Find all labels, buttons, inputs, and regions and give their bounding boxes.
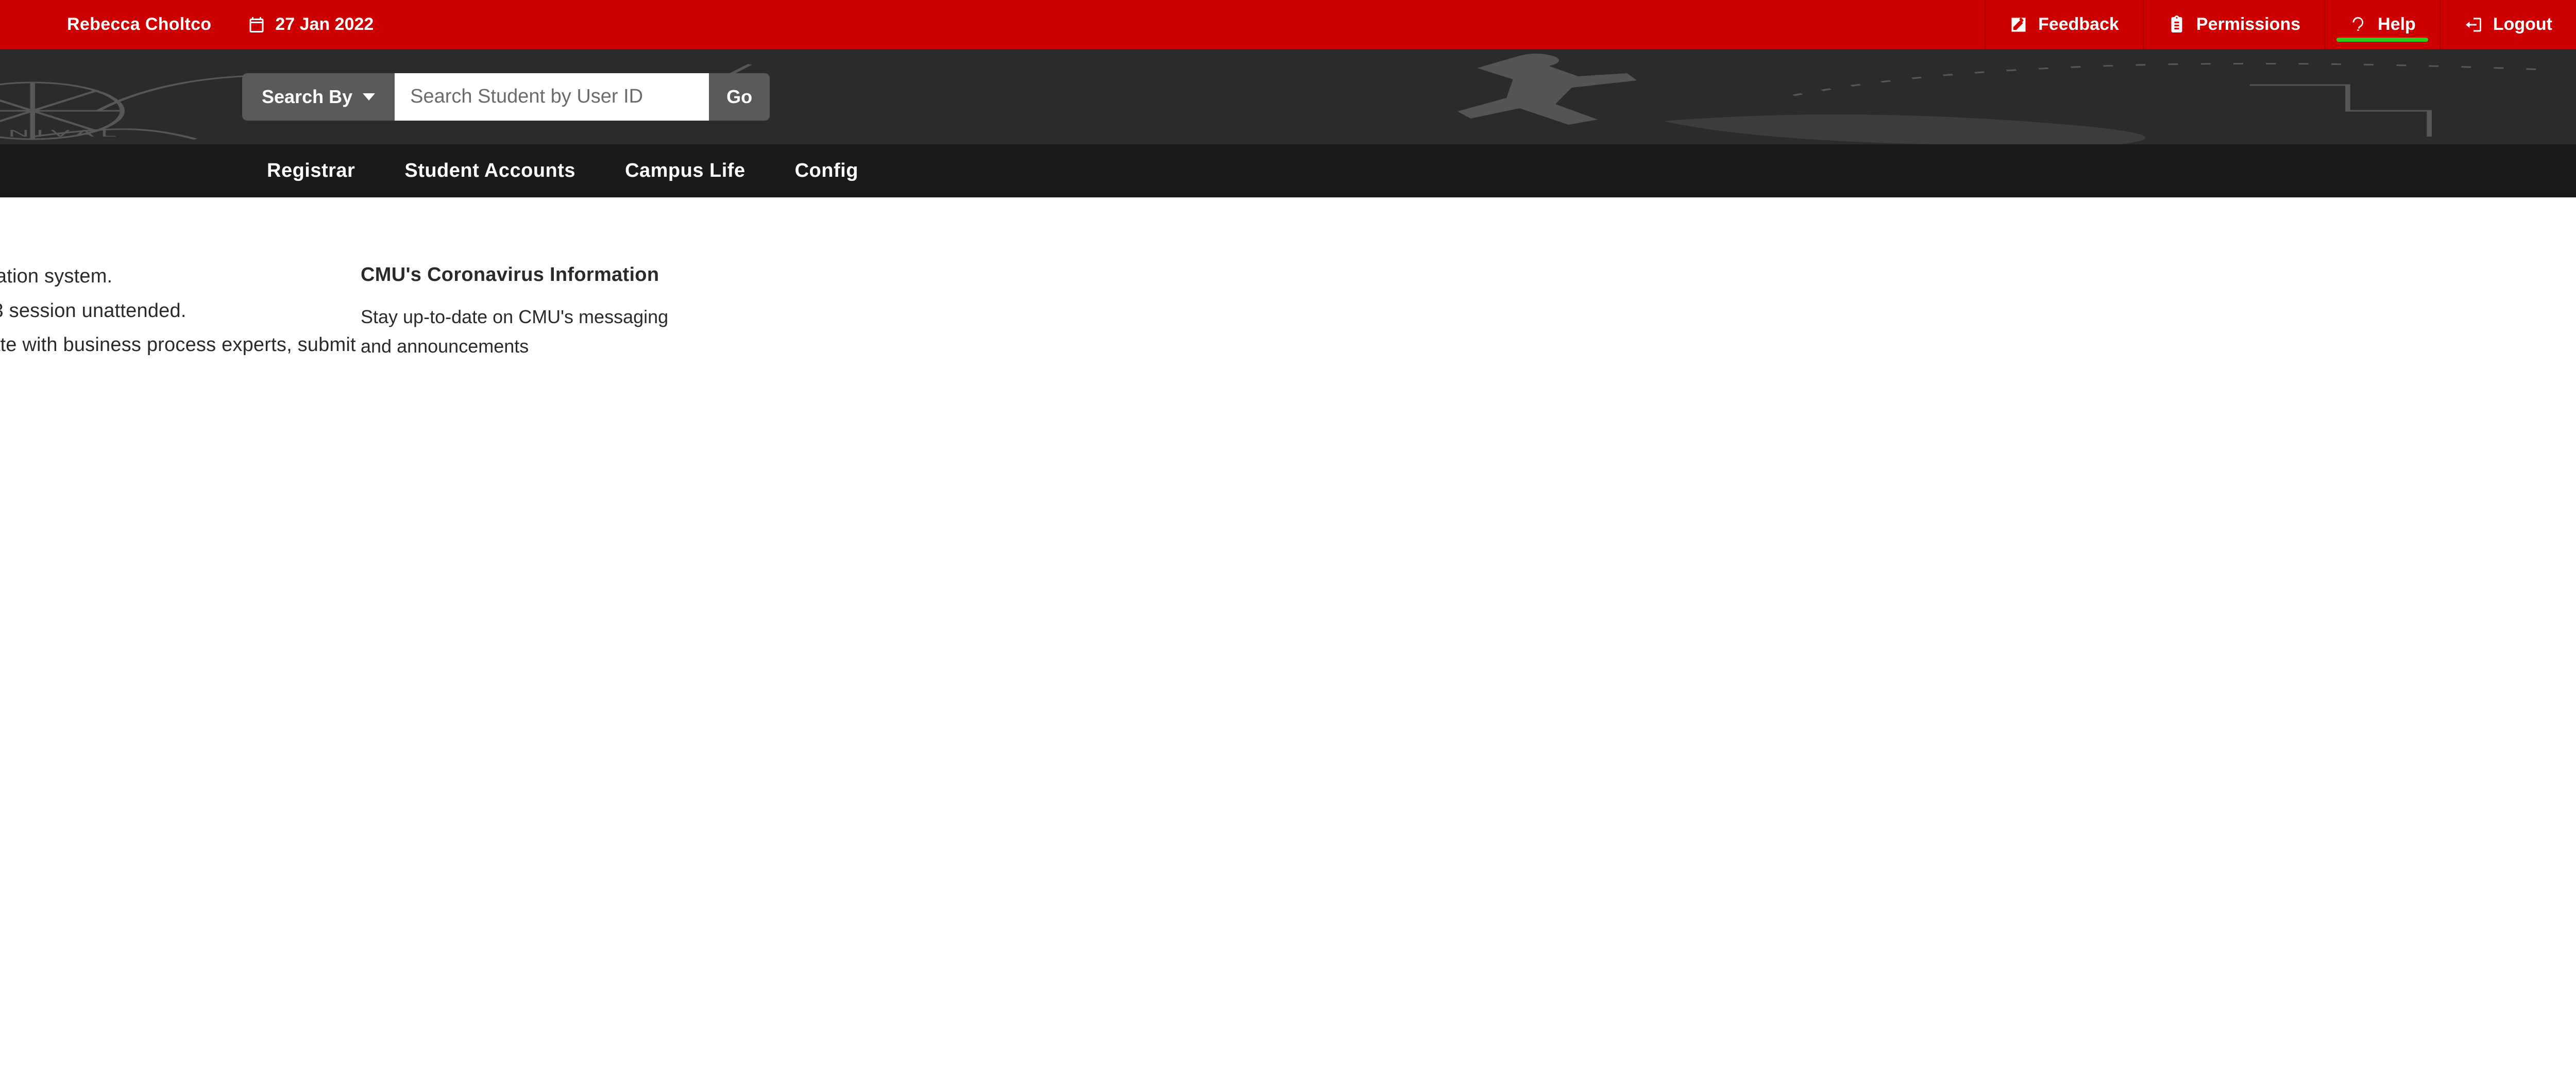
current-user-name: Rebecca Choltco	[67, 14, 211, 35]
student-search: Search By Go	[242, 73, 770, 121]
announcement-text: Stay up-to-date on CMU's messaging and a…	[361, 302, 680, 361]
announcements-panel: CMU's Coronavirus Information Stay up-to…	[361, 259, 680, 361]
help-label: Help	[2378, 14, 2416, 35]
top-utility-bar: Rebecca Choltco 27 Jan 2022 Feedback Per…	[0, 0, 2576, 49]
welcome-text-fragment: mation system. S3 session unattended. ca…	[0, 259, 356, 362]
tab-student-accounts[interactable]: Student Accounts	[380, 160, 600, 182]
logout-label: Logout	[2493, 14, 2552, 35]
welcome-line: cate with business process experts, subm…	[0, 328, 356, 362]
caret-down-icon	[363, 93, 375, 101]
search-go-button[interactable]: Go	[709, 73, 770, 121]
primary-nav: Registrar Student Accounts Campus Life C…	[0, 144, 2576, 197]
topbar-spacer	[374, 0, 1985, 49]
current-date: 27 Jan 2022	[247, 14, 374, 35]
logout-icon	[2464, 15, 2483, 34]
svg-text:NIVAL: NIVAL	[8, 128, 124, 139]
feedback-button[interactable]: Feedback	[1985, 0, 2143, 49]
permissions-label: Permissions	[2196, 14, 2300, 35]
permissions-button[interactable]: Permissions	[2143, 0, 2324, 49]
help-button[interactable]: Help	[2324, 0, 2439, 49]
welcome-line: mation system.	[0, 259, 356, 294]
tab-campus-life[interactable]: Campus Life	[600, 160, 770, 182]
question-icon	[2349, 15, 2367, 34]
search-by-dropdown[interactable]: Search By	[242, 73, 395, 121]
banner: NIVAL Search By Go	[0, 49, 2576, 144]
topbar-left: Rebecca Choltco 27 Jan 2022	[0, 0, 374, 49]
search-input[interactable]	[395, 73, 709, 121]
logout-button[interactable]: Logout	[2439, 0, 2576, 49]
page-body: mation system. S3 session unattended. ca…	[0, 197, 2576, 1087]
clipboard-icon	[2167, 15, 2186, 34]
welcome-line: S3 session unattended.	[0, 294, 356, 328]
search-by-label: Search By	[262, 86, 352, 108]
current-date-text: 27 Jan 2022	[275, 14, 374, 35]
announcement-heading: CMU's Coronavirus Information	[361, 259, 680, 291]
tab-config[interactable]: Config	[770, 160, 883, 182]
feedback-label: Feedback	[2038, 14, 2119, 35]
edit-icon	[2009, 15, 2028, 34]
tab-registrar[interactable]: Registrar	[242, 160, 380, 182]
calendar-icon	[247, 15, 266, 34]
